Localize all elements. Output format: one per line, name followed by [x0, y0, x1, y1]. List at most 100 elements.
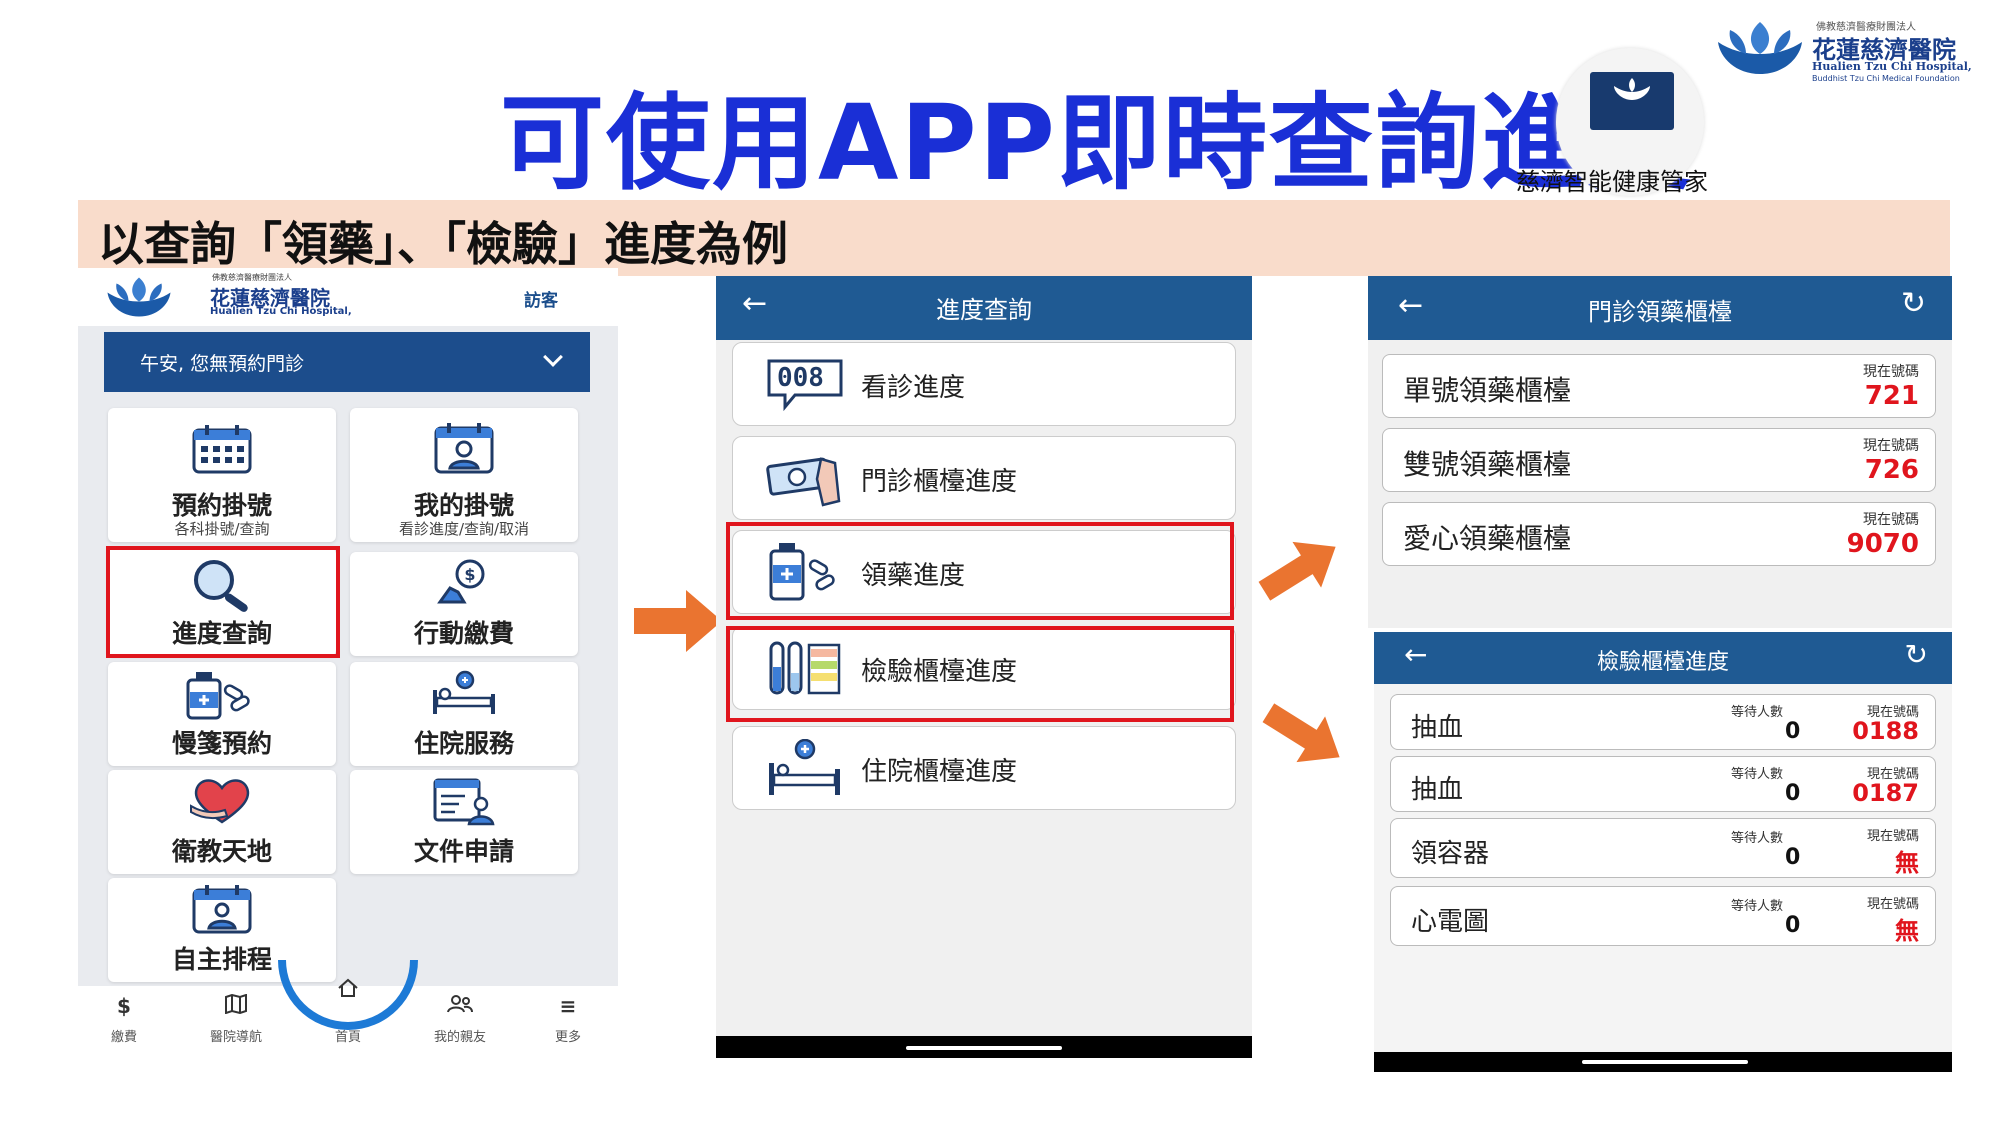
payment-hand-icon: $: [437, 559, 485, 604]
counter-name: 抽血: [1411, 713, 1464, 743]
nav-label: 醫院導航: [209, 1030, 262, 1045]
phone-system-bar: [1374, 1052, 1952, 1072]
nav-label: 首頁: [334, 1030, 361, 1045]
tile-my-appointment[interactable]: 我的掛號 看診進度/查詢/取消: [350, 408, 578, 542]
tile-sublabel: 看診進度/查詢/取消: [398, 520, 530, 538]
counter-name: 領容器: [1411, 839, 1490, 869]
schedule-user-icon: [192, 885, 252, 934]
home-indicator: [906, 1046, 1062, 1050]
number-bubble-text: 008: [777, 363, 824, 393]
waiting-count-value: 0: [1785, 913, 1801, 938]
menu-icon: ≡: [559, 994, 577, 1018]
selected-tile-highlight: [106, 546, 340, 658]
phone-system-bar: [716, 1036, 1252, 1058]
counter-name: 單號領藥櫃檯: [1403, 374, 1572, 407]
progress-item-inpatient-counter[interactable]: 住院櫃檯進度: [732, 726, 1236, 810]
waiting-count-label: 等待人數: [1731, 767, 1784, 782]
greeting-text: 午安, 您無預約門診: [140, 352, 305, 375]
slide-title: 可使用APP即時查詢進度: [500, 82, 1693, 204]
tile-label: 行動繳費: [413, 619, 514, 648]
tile-inpatient-service[interactable]: 住院服務: [350, 662, 578, 766]
tile-mobile-payment[interactable]: $ 行動繳費: [350, 552, 578, 656]
current-number-value: 無: [1895, 917, 1919, 945]
nav-label: 繳費: [110, 1030, 137, 1045]
current-number-value: 0187: [1852, 779, 1919, 807]
heart-hands-icon: [190, 779, 250, 824]
current-number-value: 9070: [1846, 529, 1919, 559]
slide-subtitle: 以查詢「領藥」、「檢驗」進度為例: [98, 217, 788, 271]
tile-label: 衛教天地: [171, 837, 272, 866]
nav-payment[interactable]: $ 繳費: [74, 994, 174, 1045]
tile-label: 慢箋預約: [171, 729, 272, 758]
lab-header: ← 檢驗櫃檯進度 ↻: [1374, 632, 1952, 684]
tile-health-education[interactable]: 衛教天地: [108, 770, 336, 874]
friends-icon: [410, 994, 510, 1022]
hospital-bed-icon: [433, 670, 495, 714]
dollar-icon: $: [117, 994, 131, 1018]
hospital-name-en: Hualien Tzu Chi Hospital,: [1812, 60, 1972, 73]
tile-sublabel: 各科掛號/查詢: [174, 520, 270, 538]
home-icon: [298, 978, 398, 1006]
lab-counter-blood-2: 抽血 等待人數 0 現在號碼 0187: [1390, 756, 1936, 812]
hospital-logo: 佛教慈濟醫療財團法人 花蓮慈濟醫院 Hualien Tzu Chi Hospit…: [1716, 14, 1986, 84]
counter-name: 雙號領藥櫃檯: [1403, 448, 1572, 481]
arrow-down-right-icon: [1262, 703, 1340, 763]
progress-item-outpatient-counter[interactable]: 門診櫃檯進度: [732, 436, 1236, 520]
lab-title: 檢驗櫃檯進度: [1596, 650, 1729, 675]
selected-lab-highlight: [726, 626, 1234, 722]
appointment-greeting-dropdown[interactable]: 午安, 您無預約門診: [104, 332, 590, 392]
progress-item-label: 住院櫃檯進度: [861, 757, 1018, 787]
waiting-count-label: 等待人數: [1731, 899, 1784, 914]
waiting-count-value: 0: [1785, 719, 1801, 744]
calendar-icon: [192, 425, 252, 474]
current-number-label: 現在號碼: [1863, 364, 1919, 380]
current-number-value: 726: [1864, 455, 1919, 485]
tile-chronic-prescription[interactable]: 慢箋預約: [108, 662, 336, 766]
lotus-logo-icon: [107, 277, 171, 317]
current-number-label: 現在號碼: [1866, 829, 1919, 844]
user-calendar-icon: [434, 423, 494, 474]
progress-query-title: 進度查詢: [936, 296, 1032, 324]
tile-appointment[interactable]: 預約掛號 各科掛號/查詢: [108, 408, 336, 542]
progress-item-label: 門診櫃檯進度: [861, 467, 1018, 497]
tile-label: 住院服務: [413, 729, 514, 758]
medicine-bottle-icon: [186, 672, 250, 720]
counter-name: 抽血: [1411, 775, 1464, 805]
waiting-count-value: 0: [1785, 845, 1801, 870]
pharmacy-counter-even: 雙號領藥櫃檯 現在號碼 726: [1382, 428, 1936, 492]
pharmacy-counter-odd: 單號領藥櫃檯 現在號碼 721: [1382, 354, 1936, 418]
lab-counter-ecg: 心電圖 等待人數 0 現在號碼 無: [1390, 886, 1936, 946]
current-number-label: 現在號碼: [1863, 512, 1919, 528]
document-user-icon: [433, 778, 495, 826]
nav-home[interactable]: 首頁: [298, 978, 398, 1045]
nav-label: 更多: [554, 1030, 581, 1045]
guest-link[interactable]: 訪客: [524, 286, 558, 311]
current-number-value: 0188: [1852, 717, 1919, 745]
waiting-count-value: 0: [1785, 781, 1801, 806]
pharmacy-header: ← 門診領藥櫃檯 ↻: [1368, 276, 1952, 340]
progress-item-label: 看診進度: [861, 373, 966, 403]
counter-name: 愛心領藥櫃檯: [1403, 522, 1572, 555]
lab-counter-blood-1: 抽血 等待人數 0 現在號碼 0188: [1390, 694, 1936, 750]
pharmacy-counter-care: 愛心領藥櫃檯 現在號碼 9070: [1382, 502, 1936, 566]
app-hospital-logo: 佛教慈濟醫療財團法人 花蓮慈濟醫院 Hualien Tzu Chi Hospit…: [102, 272, 402, 324]
waiting-count-label: 等待人數: [1731, 705, 1784, 720]
nav-my-friends[interactable]: 我的親友: [410, 994, 510, 1045]
nav-hospital-map[interactable]: 醫院導航: [186, 993, 286, 1045]
tile-label: 預約掛號: [171, 491, 272, 520]
current-number-value: 721: [1864, 381, 1919, 411]
nav-more[interactable]: ≡ 更多: [518, 994, 618, 1045]
tile-document-request[interactable]: 文件申請: [350, 770, 578, 874]
waiting-count-label: 等待人數: [1731, 831, 1784, 846]
arrow-right-icon: [634, 590, 722, 652]
hospital-bed-icon: [769, 739, 840, 795]
refresh-icon[interactable]: ↻: [1905, 638, 1928, 671]
progress-item-consultation[interactable]: 008 看診進度: [732, 342, 1236, 426]
lotus-logo-icon: [1718, 22, 1802, 74]
hospital-name-en-sub: Buddhist Tzu Chi Medical Foundation: [1812, 74, 1960, 83]
nav-label: 我的親友: [433, 1030, 486, 1045]
current-number-label: 現在號碼: [1863, 438, 1919, 454]
current-number-value: 無: [1895, 849, 1919, 877]
refresh-icon[interactable]: ↻: [1901, 286, 1926, 321]
counter-name: 心電圖: [1411, 907, 1490, 937]
